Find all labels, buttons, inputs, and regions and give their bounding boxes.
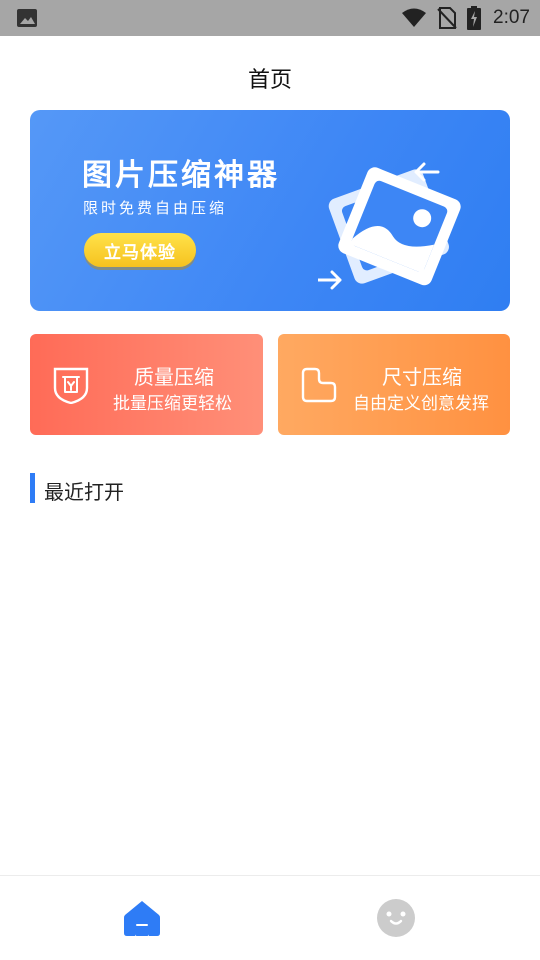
size-compress-title: 尺寸压缩 xyxy=(382,365,462,389)
recent-section-title: 最近打开 xyxy=(44,480,124,504)
status-icons: 2:07 xyxy=(391,0,530,36)
promo-banner[interactable]: 图片压缩神器 限时免费自由压缩 立马体验 xyxy=(30,110,510,311)
banner-subtitle: 限时免费自由压缩 xyxy=(83,199,228,217)
image-compress-illustration xyxy=(318,162,461,290)
smiley-face-icon[interactable] xyxy=(376,898,416,938)
page-title: 首页 xyxy=(247,68,292,93)
quality-compress-title: 质量压缩 xyxy=(134,365,214,389)
size-compress-card[interactable]: 尺寸压缩 自由定义创意发挥 xyxy=(278,334,510,435)
quality-compress-subtitle: 批量压缩更轻松 xyxy=(113,394,232,414)
wifi-icon xyxy=(402,8,427,27)
quality-compress-card[interactable]: 质量压缩 批量压缩更轻松 xyxy=(30,334,263,435)
battery-charging-icon xyxy=(467,6,482,30)
bottom-tab-bar xyxy=(0,875,540,960)
section-accent-bar xyxy=(30,473,35,503)
home-icon[interactable] xyxy=(122,898,162,938)
size-compress-subtitle: 自由定义创意发挥 xyxy=(353,394,489,414)
gallery-icon xyxy=(17,9,37,27)
status-bar: 2:07 xyxy=(0,0,540,36)
banner-title: 图片压缩神器 xyxy=(82,158,280,193)
quality-shield-icon xyxy=(53,367,89,404)
no-sim-icon xyxy=(437,7,457,29)
status-time: 2:07 xyxy=(493,7,530,28)
try-now-button[interactable]: 立马体验 xyxy=(84,233,196,267)
size-crop-icon xyxy=(301,367,337,403)
